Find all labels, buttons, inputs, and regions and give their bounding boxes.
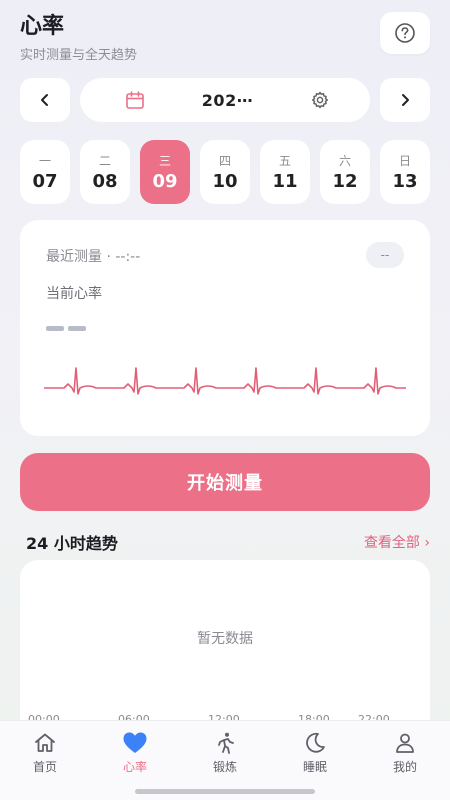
weekday-label: 日 [398,154,411,168]
weekday-label: 二 [98,154,111,168]
day-number: 07 [32,171,58,192]
calendar-icon [126,91,144,109]
ecg-waveform [44,367,406,395]
day-chip-fri[interactable]: 五 11 [260,140,310,204]
view-all-link[interactable]: 查看全部 › [364,532,430,552]
weekday-label: 五 [278,154,291,168]
moon-icon [306,732,325,753]
start-measurement-button[interactable]: 开始测量 [20,453,430,511]
measurement-card: 最近测量 · --:-- -- 当前心率 [20,220,430,436]
day-chip-sun[interactable]: 日 13 [380,140,430,204]
chevron-left-icon [41,94,48,106]
day-chip-mon[interactable]: 一 07 [20,140,70,204]
tab-profile[interactable]: 我的 [373,731,437,775]
page-header: 心率 实时测量与全天趋势 [20,8,137,63]
tab-label: 首页 [32,760,57,774]
current-date: 202⋯ [201,90,254,110]
home-icon [35,733,55,752]
trend-section-title: 24 小时趋势 [26,534,118,553]
prev-date-button[interactable] [20,78,70,122]
weekday-label: 三 [158,154,171,168]
running-icon [218,732,234,754]
day-chip-tue[interactable]: 二 08 [80,140,130,204]
empty-state-text: 暂无数据 [197,631,253,647]
tab-label: 睡眠 [302,760,327,774]
day-chip-sat[interactable]: 六 12 [320,140,370,204]
tab-label: 心率 [122,760,147,774]
chevron-right-icon [402,94,409,106]
day-number: 13 [392,171,418,192]
day-number: 11 [272,171,298,192]
day-number: 09 [152,171,178,192]
tab-exercise[interactable]: 锻炼 [193,731,257,775]
tab-label: 我的 [392,760,417,774]
tab-home[interactable]: 首页 [13,731,77,775]
status-badge: -- [366,242,404,268]
tab-heart-rate[interactable]: 心率 [103,731,167,775]
weekday-label: 四 [218,154,231,168]
page-subtitle: 实时测量与全天趋势 [20,48,138,63]
day-chip-thu[interactable]: 四 10 [200,140,250,204]
day-number: 10 [212,171,238,192]
heart-rate-value-placeholder [46,326,86,331]
day-chip-wed[interactable]: 三 09 [140,140,190,204]
day-number: 08 [92,171,118,192]
help-button[interactable] [380,12,430,54]
bottom-tab-bar: 首页 心率 锻炼 睡眠 我的 [0,720,450,800]
week-day-selector: 一 07 二 08 三 09 四 10 五 11 六 12 日 13 [20,140,430,204]
trend-card: 暂无数据 00:00 06:00 12:00 18:00 22:00 [20,560,430,730]
date-navigator: 202⋯ [20,78,430,122]
help-icon [395,23,415,43]
current-heart-rate-label: 当前心率 [46,286,102,302]
home-indicator [135,789,315,794]
tab-sleep[interactable]: 睡眠 [283,731,347,775]
weekday-label: 六 [338,154,351,168]
heart-icon [123,732,147,753]
user-icon [396,733,414,753]
gear-icon[interactable] [310,90,330,110]
next-date-button[interactable] [380,78,430,122]
day-number: 12 [332,171,358,192]
tab-label: 锻炼 [212,760,237,774]
weekday-label: 一 [38,154,51,168]
page-title: 心率 [20,14,65,39]
recent-measurement-text: 最近测量 · --:-- [46,249,141,265]
date-picker[interactable]: 202⋯ [80,78,370,122]
